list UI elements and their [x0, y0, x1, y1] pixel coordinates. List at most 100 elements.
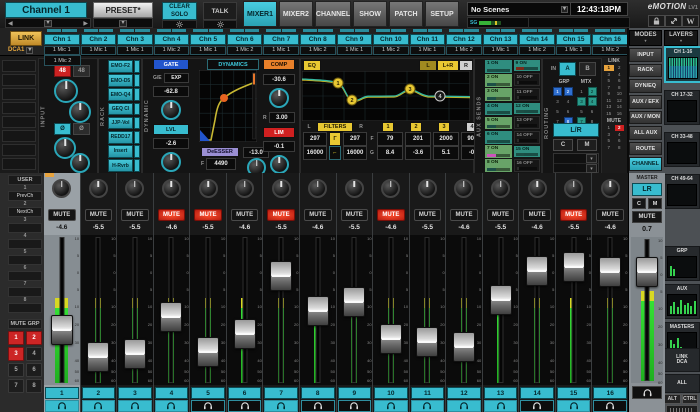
- empty-rack-slot[interactable]: [2, 88, 36, 100]
- dca-dropdown-icon[interactable]: ▾: [26, 47, 33, 54]
- channel-tab-name[interactable]: Chn 10: [373, 34, 409, 45]
- mtx-assign-cell[interactable]: 2: [588, 87, 597, 96]
- direct-out-selector-2[interactable]: ▾: [554, 164, 598, 173]
- pan-knob[interactable]: [125, 179, 144, 198]
- aux-send-level-bar[interactable]: [517, 139, 538, 142]
- mute-group-button[interactable]: 7: [8, 379, 24, 393]
- hpf-freq-right[interactable]: 297: [343, 132, 367, 146]
- eq-mode-right-button[interactable]: R: [459, 60, 473, 71]
- link-cell[interactable]: 11: [604, 98, 614, 104]
- mode-all-aux[interactable]: ALL AUX: [629, 126, 662, 140]
- rack-plugin-button[interactable]: EMO-D5: [108, 74, 133, 87]
- pan-knob[interactable]: [199, 179, 218, 198]
- mute-group-button[interactable]: 3: [8, 347, 24, 361]
- eq-band-2-chip[interactable]: 2: [410, 122, 422, 132]
- aux-send-level-bar[interactable]: [487, 168, 510, 171]
- channel-mute-button[interactable]: MUTE: [304, 209, 332, 222]
- fader-handle[interactable]: [270, 261, 292, 291]
- cue-button[interactable]: [447, 400, 481, 412]
- cue-button[interactable]: [155, 400, 189, 412]
- exp-mode-button[interactable]: EXP: [164, 73, 189, 83]
- cue-button[interactable]: [374, 400, 408, 412]
- channel-mute-button[interactable]: MUTE: [194, 209, 222, 222]
- dropdown-icon[interactable]: ▾: [586, 154, 597, 163]
- channel-mute-button[interactable]: MUTE: [414, 209, 442, 222]
- link-button[interactable]: LINK: [10, 31, 42, 46]
- aux-send-6[interactable]: 6 ON: [485, 131, 512, 144]
- tab-show[interactable]: SHOW: [353, 1, 387, 27]
- link-cell[interactable]: 12: [615, 98, 625, 104]
- rack-plugin-button[interactable]: REDD17: [108, 131, 133, 144]
- mode-dyn-eq[interactable]: DYN/EQ: [629, 79, 662, 93]
- pan-knob[interactable]: [454, 179, 473, 198]
- dropdown-icon[interactable]: ▾: [586, 164, 597, 173]
- link-cell[interactable]: 9: [604, 91, 614, 97]
- rack-plugin-button[interactable]: JJP-Vol: [108, 117, 133, 130]
- tab-channel[interactable]: CHANNEL: [315, 1, 351, 27]
- aux-send-15[interactable]: 15 ON: [514, 146, 541, 157]
- mode-rack[interactable]: RACK: [629, 64, 662, 78]
- pan-knob[interactable]: [272, 179, 291, 198]
- channel-tab-name[interactable]: Chn 3: [117, 34, 153, 45]
- link-cell[interactable]: 6: [615, 78, 625, 84]
- channel-tab-name[interactable]: Chn 4: [154, 34, 190, 45]
- cue-button[interactable]: [338, 400, 372, 412]
- empty-rack-slot[interactable]: [2, 116, 36, 128]
- mono-assign-button[interactable]: M: [577, 139, 597, 151]
- hpf-icon[interactable]: Γ: [329, 132, 341, 146]
- aux-send-level-bar[interactable]: [487, 154, 510, 157]
- input-a-button[interactable]: A: [559, 62, 576, 76]
- phantom-48v-button-1[interactable]: 48: [54, 65, 71, 77]
- aux-send-3[interactable]: 3 ON: [485, 88, 512, 101]
- layer-link-dca[interactable]: LINK DCA: [664, 348, 700, 372]
- mute-cell[interactable]: 8: [615, 145, 625, 151]
- mute-cell[interactable]: 1: [604, 125, 614, 131]
- empty-rack-slot[interactable]: [2, 130, 36, 142]
- aux-send-11[interactable]: 11 OFF: [514, 88, 541, 101]
- resize-button[interactable]: [665, 15, 682, 27]
- layers-header[interactable]: LAYERS▾: [664, 30, 698, 46]
- fader-handle[interactable]: [453, 332, 475, 362]
- channel-tab-name[interactable]: Chn 9: [337, 34, 373, 45]
- aux-send-level-bar[interactable]: [487, 111, 510, 114]
- gate-threshold-value[interactable]: -62.8: [153, 86, 189, 97]
- channel-tab-name[interactable]: Chn 6: [227, 34, 263, 45]
- direct-out-selector-1[interactable]: ▾: [554, 154, 598, 164]
- lr-assign-button[interactable]: L/R: [553, 123, 599, 137]
- cue-button[interactable]: [593, 400, 627, 412]
- link-cell[interactable]: 14: [615, 104, 625, 110]
- phantom-48v-button-2[interactable]: 48: [73, 65, 90, 77]
- aux-send-8[interactable]: 8 ON: [485, 159, 512, 172]
- gate-lvl-value[interactable]: -2.6: [153, 138, 189, 149]
- grp-assign-cell[interactable]: 2: [564, 87, 573, 96]
- mode-aux-mon[interactable]: AUX / MON: [629, 111, 662, 125]
- channel-tab-name[interactable]: Chn 12: [446, 34, 482, 45]
- eq-header[interactable]: EQ: [303, 60, 321, 71]
- fader-handle[interactable]: [51, 315, 73, 345]
- gate-threshold-knob[interactable]: [161, 100, 181, 120]
- eq-band-3-chip[interactable]: 3: [438, 122, 450, 132]
- aux-send-13[interactable]: 13 OFF: [514, 116, 541, 129]
- channel-tab-name[interactable]: Chn 5: [190, 34, 226, 45]
- channel-tab-name[interactable]: Chn 1: [44, 34, 80, 45]
- input-gain-knob-1[interactable]: [54, 79, 78, 103]
- grp-assign-cell[interactable]: 5: [553, 107, 562, 116]
- empty-rack-slot[interactable]: [2, 158, 36, 170]
- pan-knob[interactable]: [89, 179, 108, 198]
- mtx-assign-cell[interactable]: 5: [577, 107, 586, 116]
- aux-send-5[interactable]: 5 ON: [485, 117, 512, 130]
- aux-send-level-bar[interactable]: [516, 153, 539, 156]
- channel-tab-name[interactable]: Chn 2: [81, 34, 117, 45]
- keyboard-icon[interactable]: [666, 405, 698, 412]
- channel-mute-button[interactable]: MUTE: [377, 209, 405, 222]
- mute-cell[interactable]: 5: [604, 138, 614, 144]
- link-cell[interactable]: 5: [604, 78, 614, 84]
- aux-send-10[interactable]: 10 OFF: [514, 73, 541, 86]
- pan-knob[interactable]: [564, 179, 583, 198]
- master-mono-button[interactable]: M: [648, 198, 662, 209]
- eq-band-1-chip[interactable]: 1: [382, 122, 394, 132]
- cue-button[interactable]: [301, 400, 335, 412]
- preset-dropdown[interactable]: ▾: [93, 18, 153, 28]
- user-slot[interactable]: 2NextCh: [8, 201, 42, 217]
- cue-button[interactable]: [82, 400, 116, 412]
